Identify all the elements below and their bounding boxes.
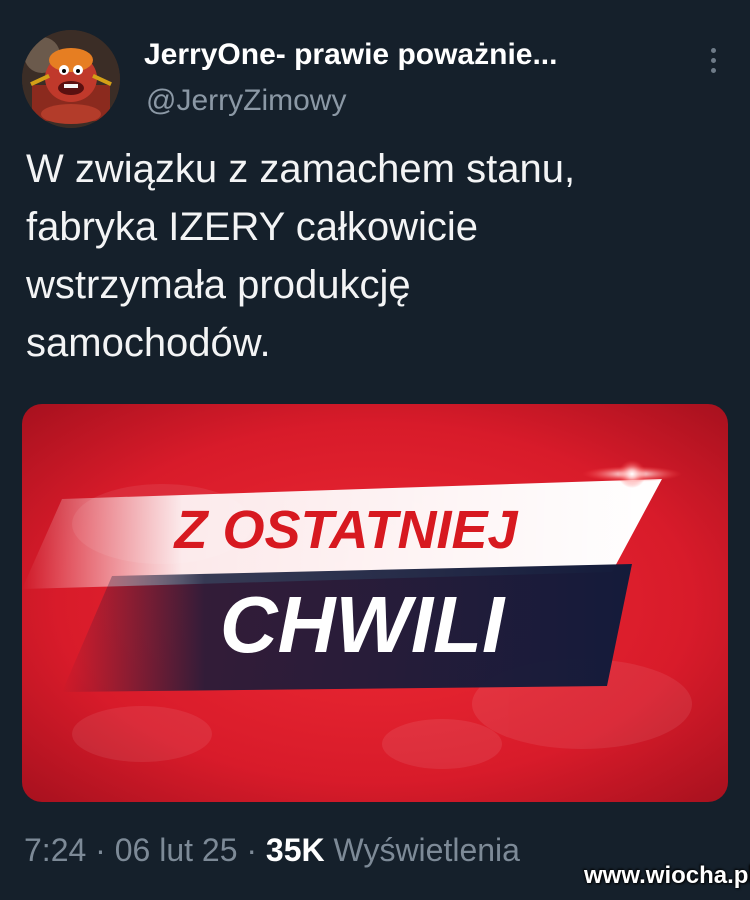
meta-separator: · bbox=[86, 832, 115, 868]
tweet-media-image[interactable]: Z OSTATNIEJ CHWILI bbox=[22, 404, 728, 802]
tweet-text-line: fabryka IZERY całkowicie bbox=[26, 205, 479, 249]
views-count[interactable]: 35K bbox=[266, 832, 325, 868]
tweet-date[interactable]: 06 lut 25 bbox=[115, 832, 238, 868]
tweet-text: W związku z zamachem stanu, fabryka IZER… bbox=[26, 140, 726, 372]
avatar[interactable] bbox=[22, 30, 120, 128]
tweet-text-line: W związku z zamachem stanu, bbox=[26, 147, 576, 191]
views-label[interactable]: Wyświetlenia bbox=[325, 832, 520, 868]
media-headline-bottom: CHWILI bbox=[220, 580, 506, 669]
tweet: JerryOne- prawie poważnie... @JerryZimow… bbox=[0, 0, 750, 900]
tweet-time[interactable]: 7:24 bbox=[24, 832, 86, 868]
meta-separator: · bbox=[237, 832, 266, 868]
tweet-text-line: wstrzymała produkcję bbox=[26, 263, 411, 307]
tweet-text-line: samochodów. bbox=[26, 321, 271, 365]
watermark: www.wiocha.pl bbox=[584, 862, 750, 889]
tweet-meta: 7:24 · 06 lut 25 · 35K Wyświetlenia bbox=[24, 832, 520, 869]
author-handle[interactable]: @JerryZimowy bbox=[146, 84, 346, 118]
author-display-name[interactable]: JerryOne- prawie poważnie... bbox=[144, 38, 557, 72]
media-headline-top: Z OSTATNIEJ bbox=[172, 500, 518, 560]
more-vertical-icon[interactable] bbox=[700, 44, 728, 78]
